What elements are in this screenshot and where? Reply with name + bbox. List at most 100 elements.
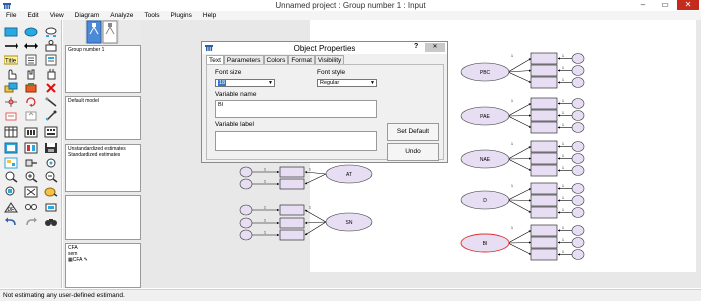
scroll-diagram-icon[interactable] (24, 110, 38, 122)
observed-variable-box[interactable] (530, 64, 558, 77)
save-diagram-icon[interactable] (44, 142, 58, 154)
add-unique-variable-icon[interactable] (44, 40, 58, 52)
error-term-circle[interactable] (571, 195, 585, 206)
factor-loading-path[interactable] (507, 115, 532, 128)
deselect-all-icon[interactable] (44, 68, 58, 80)
observed-variable-box[interactable] (530, 121, 558, 134)
specification-search-icon[interactable] (24, 201, 38, 213)
draw-latent-indicator-icon[interactable] (44, 26, 58, 38)
redo-icon[interactable] (24, 216, 38, 228)
zoom-in-icon[interactable] (24, 171, 38, 183)
draw-latent-ellipse-icon[interactable] (24, 26, 38, 38)
error-term-circle[interactable] (571, 153, 585, 164)
error-term-circle[interactable] (239, 204, 253, 216)
draw-observed-rectangle-icon[interactable] (4, 26, 18, 38)
view-page-icon[interactable] (4, 186, 18, 198)
select-data-files-icon[interactable] (4, 126, 18, 138)
observed-variable-box[interactable] (279, 229, 305, 241)
magnifier-icon[interactable] (44, 186, 58, 198)
models-list[interactable]: Default model (65, 96, 141, 140)
factor-loading-path[interactable] (304, 173, 327, 185)
minimize-button[interactable]: – (633, 0, 653, 10)
factor-loading-path[interactable] (304, 171, 327, 175)
factor-loading-path[interactable] (507, 199, 532, 213)
error-term-circle[interactable] (571, 77, 585, 88)
factor-loading-path[interactable] (507, 241, 532, 244)
object-properties-icon[interactable] (4, 157, 18, 169)
groups-list[interactable]: Group number 1 (65, 45, 141, 93)
menu-tools[interactable]: Tools (138, 11, 164, 20)
multiple-group-analysis-icon[interactable] (44, 201, 58, 213)
observed-variable-box[interactable] (279, 166, 305, 178)
variable-label-field[interactable] (215, 131, 377, 151)
error-term-circle[interactable] (239, 166, 253, 178)
factor-loading-path[interactable] (507, 230, 532, 244)
factor-loading-path[interactable] (304, 209, 327, 223)
error-term-circle[interactable] (571, 53, 585, 64)
files-list[interactable]: CFA sem ▦CFA ✎ (65, 243, 141, 288)
observed-variable-box[interactable] (279, 217, 305, 229)
factor-loading-path[interactable] (507, 242, 532, 255)
error-term-circle[interactable] (571, 122, 585, 133)
duplicate-objects-icon[interactable] (4, 82, 18, 94)
maximize-button[interactable]: ▭ (655, 0, 675, 10)
observed-variable-box[interactable] (530, 152, 558, 165)
observed-variable-box[interactable] (530, 109, 558, 122)
list-model-variables-icon[interactable] (24, 54, 38, 66)
font-style-select[interactable]: Regular ▼ (317, 79, 377, 87)
factor-loading-path[interactable] (507, 158, 532, 171)
resize-shape-icon[interactable] (4, 96, 18, 108)
factor-loading-path[interactable] (507, 69, 532, 73)
estimates-list[interactable]: Unstandardized estimates Standardized es… (65, 144, 141, 192)
menu-file[interactable]: File (0, 11, 21, 20)
select-all-objects-icon[interactable] (24, 68, 38, 80)
observed-variable-box[interactable] (530, 248, 558, 261)
undo-icon[interactable] (4, 216, 18, 228)
variable-name-field[interactable]: BI (215, 100, 377, 118)
observed-variable-box[interactable] (530, 194, 558, 207)
erase-objects-icon[interactable] (44, 82, 58, 94)
standardized-estimates-item[interactable]: Standardized estimates (68, 152, 138, 158)
dialog-close-button[interactable]: ✕ (425, 43, 445, 52)
menu-view[interactable]: View (44, 11, 69, 20)
error-term-circle[interactable] (239, 178, 253, 190)
error-term-circle[interactable] (571, 183, 585, 194)
factor-loading-path[interactable] (507, 199, 532, 202)
menu-help[interactable]: Help (197, 11, 221, 20)
undo-button[interactable]: Undo (387, 143, 439, 161)
observed-variable-box[interactable] (530, 206, 558, 219)
reflect-indicators-icon[interactable] (44, 96, 58, 108)
touch-up-variable-icon[interactable] (44, 110, 58, 122)
copy-diagram-icon[interactable] (4, 142, 18, 154)
observed-variable-box[interactable] (530, 224, 558, 237)
factor-loading-path[interactable] (507, 146, 532, 160)
fit-to-page-icon[interactable] (24, 186, 38, 198)
menu-plugins[interactable]: Plugins (165, 11, 197, 20)
menu-analyze[interactable]: Analyze (104, 11, 138, 20)
factor-loading-path[interactable] (304, 221, 327, 236)
factor-loading-path[interactable] (507, 157, 532, 160)
draw-covariance-icon[interactable] (24, 40, 38, 52)
zoom-out-icon[interactable] (44, 171, 58, 183)
observed-variable-box[interactable] (530, 52, 558, 65)
list-variables-title-icon[interactable]: Title (4, 54, 18, 66)
error-term-circle[interactable] (571, 207, 585, 218)
observed-variable-box[interactable] (530, 97, 558, 110)
error-term-circle[interactable] (571, 165, 585, 176)
analysis-properties-icon[interactable] (24, 126, 38, 138)
font-size-select[interactable]: 18 ▼ (215, 79, 275, 87)
model-item[interactable]: Default model (68, 98, 138, 104)
view-text-output-icon[interactable] (24, 142, 38, 154)
factor-loading-path[interactable] (507, 103, 532, 117)
move-objects-icon[interactable] (24, 82, 38, 94)
error-term-circle[interactable] (571, 98, 585, 109)
move-parameter-icon[interactable] (4, 110, 18, 122)
object-properties-dialog[interactable]: Object Properties ? ✕ Text Parameters Co… (201, 41, 448, 163)
zoom-selected-icon[interactable] (4, 171, 18, 183)
degrees-of-freedom-icon[interactable]: DF (4, 201, 18, 213)
set-default-button[interactable]: Set Default (387, 123, 439, 141)
select-one-object-icon[interactable] (4, 68, 18, 80)
draw-path-arrow-icon[interactable] (4, 40, 18, 52)
observed-variable-box[interactable] (530, 236, 558, 249)
binoculars-icon[interactable] (44, 216, 58, 228)
